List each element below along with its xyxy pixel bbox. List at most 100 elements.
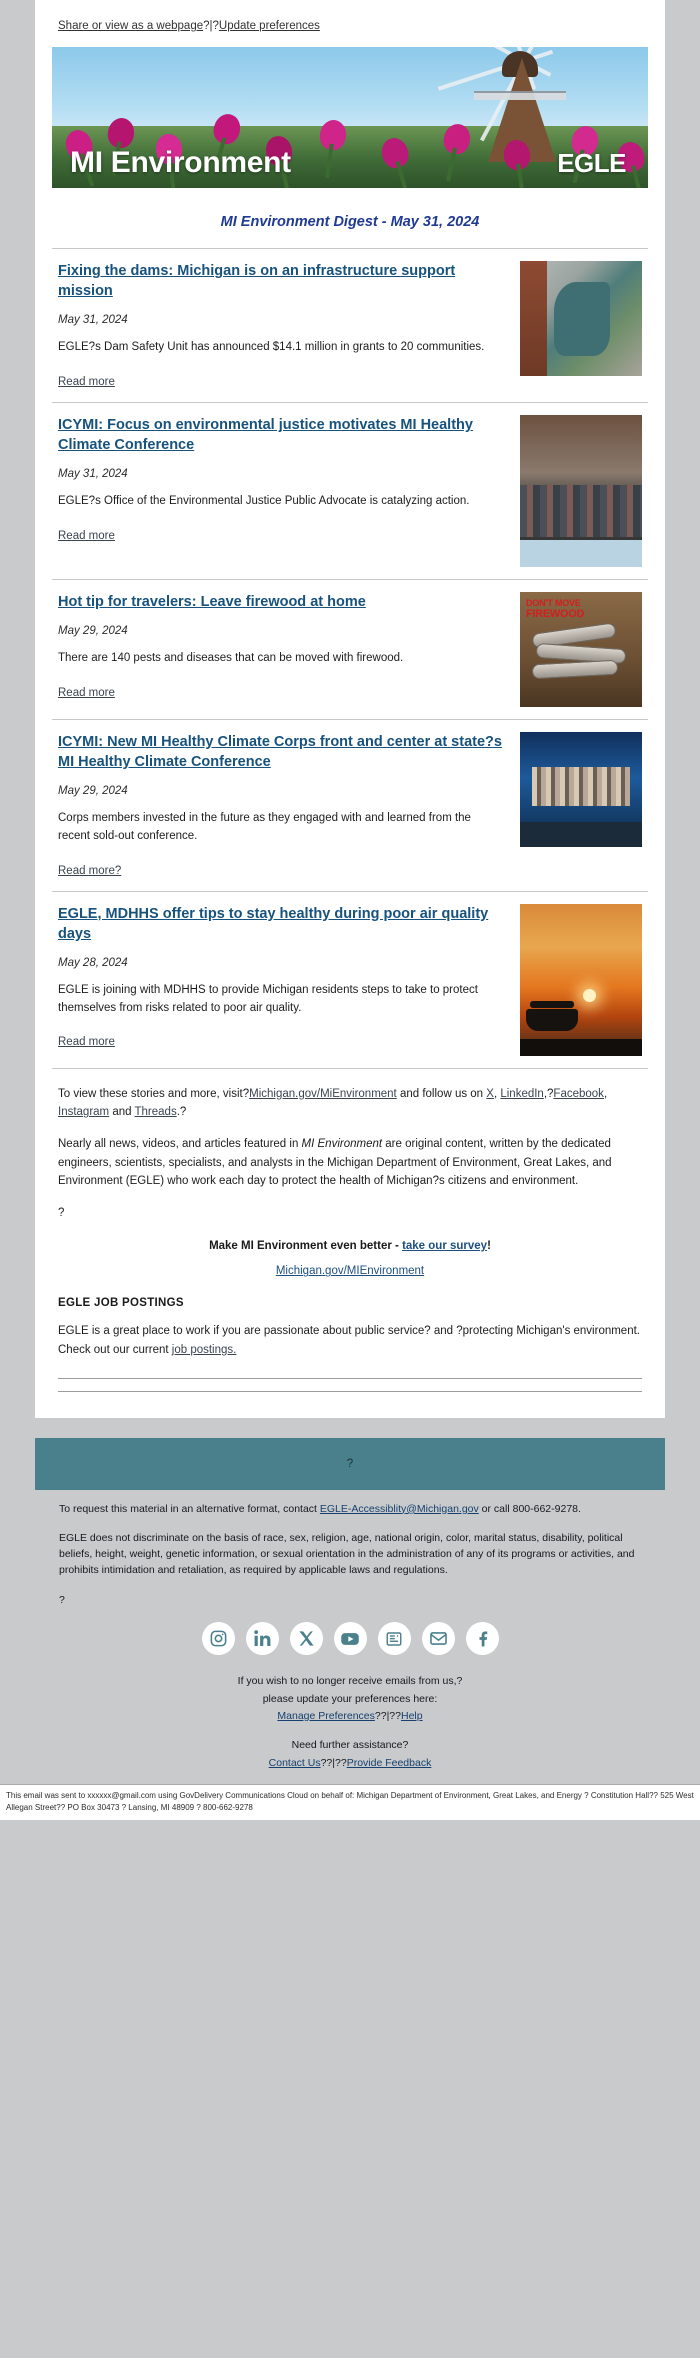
mi-environment-emphasis: MI Environment — [301, 1137, 383, 1150]
preferences-links-row: Manage Preferences??|??Help — [59, 1708, 641, 1725]
read-more-link[interactable]: Read more — [58, 1036, 115, 1048]
mienvironment-link[interactable]: Michigan.gov/MiEnvironment — [249, 1088, 397, 1100]
email-icon[interactable] — [421, 1622, 455, 1656]
preheader-separator: ?|? — [203, 20, 219, 32]
survey-post-text: ! — [487, 1240, 491, 1253]
email-card: Share or view as a webpage?|?Update pref… — [35, 0, 665, 1418]
windmill-gallery — [474, 91, 566, 101]
job-postings-paragraph: EGLE is a great place to work if you are… — [58, 1322, 642, 1359]
sep-after-facebook: , — [603, 1087, 608, 1100]
news-icon[interactable] — [377, 1622, 411, 1656]
read-more-link[interactable]: Read more — [58, 687, 115, 699]
assistance-block: Need further assistance? Contact Us??|??… — [59, 1737, 641, 1772]
share-webpage-link[interactable]: Share or view as a webpage — [58, 20, 203, 32]
manage-preferences-link[interactable]: Manage Preferences — [277, 1710, 374, 1722]
article-title-link[interactable]: ICYMI: Focus on environmental justice mo… — [58, 415, 506, 455]
article-title-link[interactable]: Hot tip for travelers: Leave firewood at… — [58, 592, 366, 612]
x-twitter-icon[interactable] — [289, 1622, 323, 1656]
job-text-a: EGLE is a great place to work if you are… — [58, 1325, 640, 1357]
article-thumbnail[interactable] — [520, 732, 642, 848]
read-more-link[interactable]: Read more — [58, 530, 115, 542]
facebook-icon[interactable] — [465, 1622, 499, 1656]
help-link[interactable]: Help — [401, 1710, 423, 1722]
boat-icon — [526, 1001, 578, 1032]
about-paragraph: Nearly all news, videos, and articles fe… — [58, 1135, 642, 1191]
egle-logo: EGLE — [557, 148, 626, 179]
article-item: ICYMI: New MI Healthy Climate Corps fron… — [52, 719, 648, 891]
accessibility-text-a: To request this material in an alternati… — [59, 1502, 320, 1515]
instagram-icon[interactable] — [201, 1622, 235, 1656]
article-date: May 28, 2024 — [58, 956, 128, 969]
instagram-link[interactable]: Instagram — [58, 1106, 109, 1118]
linkedin-icon[interactable] — [245, 1622, 279, 1656]
unsubscribe-line-2: please update your preferences here: — [262, 1692, 438, 1705]
view-stories-paragraph: To view these stories and more, visit?Mi… — [58, 1085, 642, 1122]
article-thumbnail[interactable] — [520, 592, 642, 708]
divider-rule — [58, 1377, 642, 1379]
preferences-separator: ??|?? — [374, 1710, 401, 1723]
assistance-links-row: Contact Us??|??Provide Feedback — [59, 1755, 641, 1772]
about-text-a: Nearly all news, videos, and articles fe… — [58, 1137, 302, 1150]
article-title-link[interactable]: Fixing the dams: Michigan is on an infra… — [58, 261, 506, 301]
facebook-link[interactable]: Facebook — [553, 1088, 604, 1100]
article-description: There are 140 pests and diseases that ca… — [58, 652, 404, 665]
accessibility-email-link[interactable]: EGLE-Accessiblity@Michigan.gov — [320, 1503, 479, 1515]
article-date: May 31, 2024 — [58, 468, 128, 481]
assistance-line: Need further assistance? — [291, 1739, 409, 1752]
article-item: Fixing the dams: Michigan is on an infra… — [52, 248, 648, 402]
teal-divider-bar: ? — [35, 1437, 665, 1490]
linkedin-link[interactable]: LinkedIn — [500, 1088, 543, 1100]
sep-after-instagram: and — [109, 1106, 135, 1119]
hero-banner: MI Environment EGLE — [52, 47, 648, 189]
mienvironment-center-link[interactable]: Michigan.gov/MIEnvironment — [276, 1265, 424, 1277]
article-thumbnail[interactable] — [520, 415, 642, 568]
job-postings-link[interactable]: job postings. — [172, 1344, 237, 1356]
threads-link[interactable]: Threads — [135, 1106, 177, 1118]
email-page: Share or view as a webpage?|?Update pref… — [0, 0, 700, 1821]
footer-section: To request this material in an alternati… — [35, 1489, 665, 1772]
closing-section: To view these stories and more, visit?Mi… — [52, 1067, 648, 1392]
article-item: EGLE, MDHHS offer tips to stay healthy d… — [52, 890, 648, 1068]
firewood-logs-icon — [530, 622, 630, 680]
footer-spacer-question: ? — [59, 1593, 65, 1606]
article-description: EGLE?s Dam Safety Unit has announced $14… — [58, 341, 485, 354]
youtube-icon[interactable] — [333, 1622, 367, 1656]
article-description: Corps members invested in the future as … — [58, 812, 471, 842]
x-link[interactable]: X — [486, 1088, 494, 1100]
spacer-question: ? — [58, 1206, 65, 1219]
article-date: May 29, 2024 — [58, 625, 128, 638]
view-stories-end: .? — [176, 1106, 187, 1119]
digest-title: MI Environment Digest - May 31, 2024 — [220, 214, 480, 231]
article-description: EGLE is joining with MDHHS to provide Mi… — [58, 983, 478, 1014]
survey-callout: Make MI Environment even better - take o… — [58, 1240, 642, 1252]
accessibility-paragraph: To request this material in an alternati… — [59, 1502, 641, 1518]
article-title-link[interactable]: EGLE, MDHHS offer tips to stay healthy d… — [58, 904, 506, 944]
job-postings-heading: EGLE JOB POSTINGS — [58, 1297, 184, 1310]
divider-rule — [58, 1390, 642, 1392]
view-stories-mid: and follow us on — [396, 1087, 487, 1100]
article-item: ICYMI: Focus on environmental justice mo… — [52, 402, 648, 579]
read-more-link[interactable]: Read more? — [58, 865, 121, 877]
sun-icon — [583, 988, 597, 1002]
read-more-link[interactable]: Read more — [58, 376, 115, 388]
unsubscribe-line-1: If you wish to no longer receive emails … — [237, 1675, 463, 1688]
article-date: May 29, 2024 — [58, 785, 128, 798]
article-thumbnail[interactable] — [520, 261, 642, 377]
view-stories-pre: To view these stories and more, visit? — [58, 1087, 250, 1100]
social-icon-row — [59, 1622, 641, 1656]
preheader: Share or view as a webpage?|?Update pref… — [58, 18, 648, 35]
provide-feedback-link[interactable]: Provide Feedback — [347, 1757, 432, 1769]
take-our-survey-link[interactable]: take our survey — [402, 1240, 487, 1252]
mienvironment-center-link-row: Michigan.gov/MIEnvironment — [58, 1265, 642, 1277]
survey-pre-text: Make MI Environment even better - — [209, 1240, 403, 1253]
nondiscrimination-paragraph: EGLE does not discriminate on the basis … — [59, 1532, 635, 1576]
assistance-separator: ??|?? — [320, 1756, 347, 1769]
article-thumbnail[interactable] — [520, 903, 642, 1056]
article-date: May 31, 2024 — [58, 314, 128, 327]
update-preferences-link[interactable]: Update preferences — [219, 20, 320, 32]
banner-title: MI Environment — [70, 146, 291, 180]
unsubscribe-block: If you wish to no longer receive emails … — [59, 1673, 641, 1725]
article-title-link[interactable]: ICYMI: New MI Healthy Climate Corps fron… — [58, 732, 506, 772]
contact-us-link[interactable]: Contact Us — [269, 1757, 321, 1769]
accessibility-text-b: or call 800-662-9278. — [478, 1502, 581, 1515]
